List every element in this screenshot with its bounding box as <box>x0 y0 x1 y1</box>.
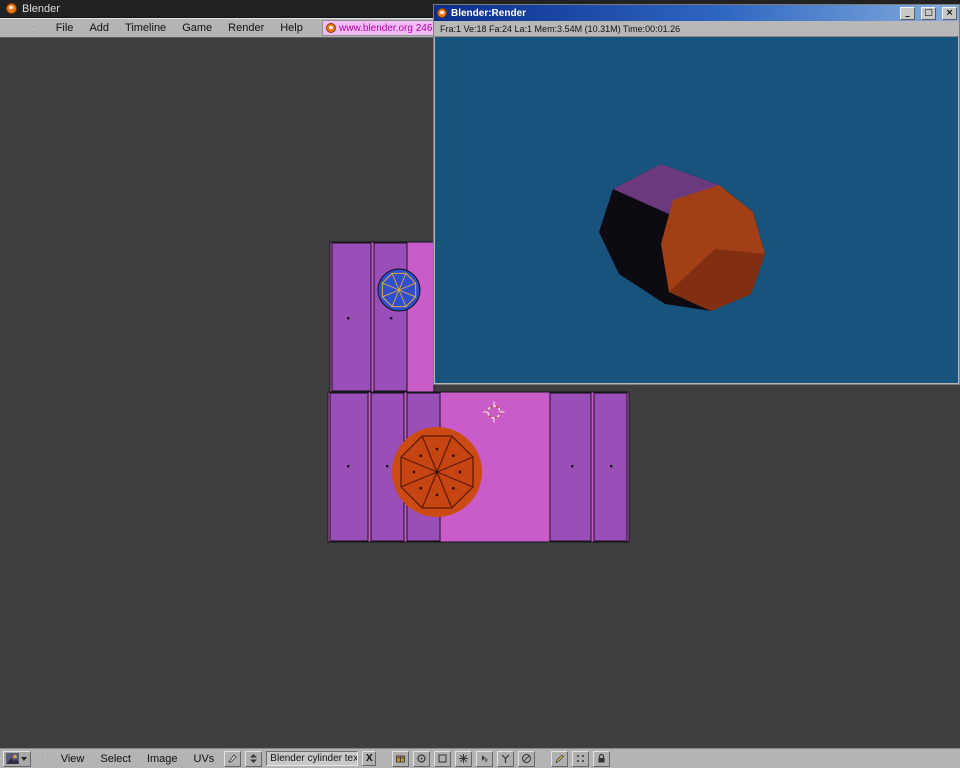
menu-timeline[interactable]: Timeline <box>117 22 174 34</box>
draw-tool-button[interactable] <box>551 751 568 767</box>
clip-uv-button[interactable] <box>518 751 535 767</box>
menu-uvs[interactable]: UVs <box>188 753 221 765</box>
menu-file[interactable]: File <box>48 22 82 34</box>
sticky-uv-button[interactable] <box>476 751 493 767</box>
editor-type-selector[interactable] <box>3 751 31 767</box>
pack-image-icon <box>395 753 406 764</box>
axis-icon <box>500 753 511 764</box>
update-lock-button[interactable] <box>593 751 610 767</box>
menu-view[interactable]: View <box>55 753 91 765</box>
render-result <box>435 37 958 383</box>
image-browse-button[interactable] <box>245 751 262 767</box>
blender-logo-icon <box>326 23 336 33</box>
render-window: Blender:Render _ □ × Fra:1 Ve:18 Fa:24 L… <box>433 4 960 385</box>
editor-type-icon <box>6 753 19 764</box>
pack-image-button[interactable] <box>392 751 409 767</box>
uv-island-bottom[interactable] <box>328 392 629 542</box>
image-editor-header: ▽ View Select Image UVs Blender cylinder… <box>0 748 960 768</box>
snapshot-button[interactable] <box>455 751 472 767</box>
menu-add[interactable]: Add <box>81 22 117 34</box>
image-name-field[interactable]: Blender cylinder text <box>266 751 358 766</box>
image-paint-button[interactable] <box>413 751 430 767</box>
app-title: Blender <box>22 3 60 15</box>
render-stats: Fra:1 Ve:18 Fa:24 La:1 Mem:3.54M (10.31M… <box>434 21 959 37</box>
render-window-titlebar[interactable]: Blender:Render _ □ × <box>434 5 959 21</box>
menu-image[interactable]: Image <box>141 753 184 765</box>
clip-uv-icon <box>521 753 532 764</box>
menu-select[interactable]: Select <box>94 753 137 765</box>
version-banner: www.blender.org 246 <box>322 20 434 36</box>
uv-island-top[interactable] <box>330 242 434 392</box>
minimize-button[interactable]: _ <box>900 7 915 20</box>
uv-cap-wheel-large[interactable] <box>392 427 482 517</box>
chevron-down-icon <box>21 757 27 761</box>
menu-game[interactable]: Game <box>174 22 220 34</box>
blender-logo-icon <box>6 3 17 14</box>
close-button[interactable]: × <box>942 7 957 20</box>
menu-render[interactable]: Render <box>220 22 272 34</box>
blender-logo-icon <box>437 8 447 18</box>
stipple-icon <box>575 753 586 764</box>
header-collapse-icon[interactable]: ▽ <box>39 753 47 764</box>
unlink-image-button[interactable]: X <box>362 751 376 766</box>
maximize-button[interactable]: □ <box>921 7 936 20</box>
brush-tool-button[interactable] <box>224 751 241 767</box>
lock-icon <box>596 753 607 764</box>
uv-cap-wheel-small[interactable] <box>378 269 420 311</box>
paint-icon <box>416 753 427 764</box>
pencil-icon <box>554 753 565 764</box>
render-window-title: Blender:Render <box>451 8 894 19</box>
render-viewport <box>435 37 958 383</box>
brush-icon <box>227 753 238 764</box>
stipple-display-button[interactable] <box>572 751 589 767</box>
menubar-collapse-icon[interactable]: ▽ <box>30 23 38 34</box>
snapshot-icon <box>458 753 469 764</box>
axis-constraint-button[interactable] <box>497 751 514 767</box>
sticky-uv-icon <box>479 753 490 764</box>
menu-help[interactable]: Help <box>272 22 311 34</box>
image-browse-icon <box>248 753 259 764</box>
tile-mode-button[interactable] <box>434 751 451 767</box>
version-banner-text: www.blender.org 246 <box>339 23 432 34</box>
tile-icon <box>437 753 448 764</box>
